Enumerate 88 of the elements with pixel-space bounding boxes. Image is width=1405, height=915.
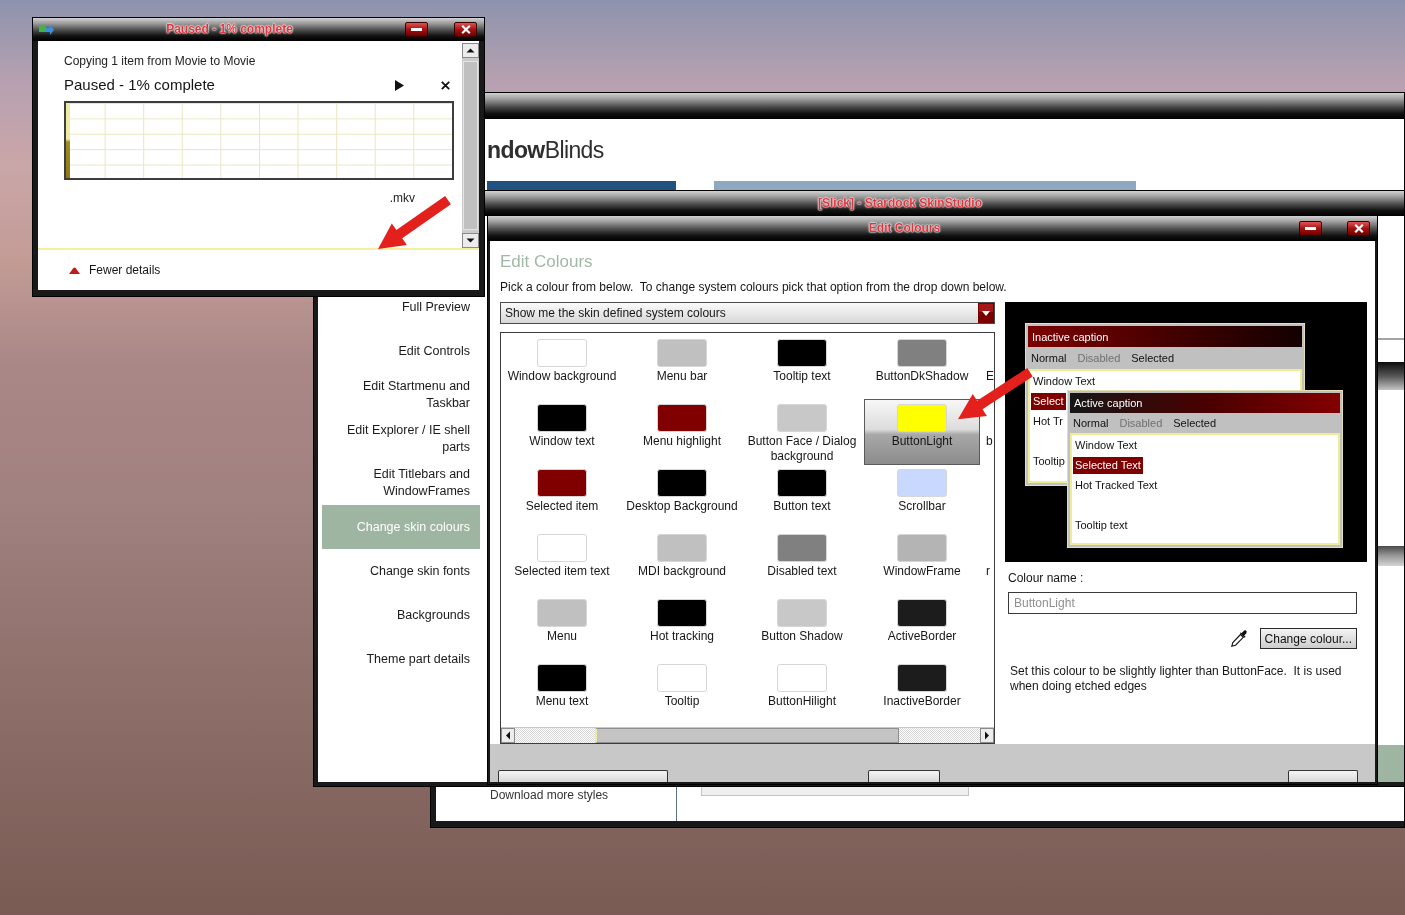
sidebar-item[interactable]: Backgrounds (393, 605, 480, 625)
section-heading: Edit Colours (500, 251, 593, 273)
colour-item[interactable]: Desktop Background (624, 464, 740, 529)
copy-header: Copying 1 item from Movie to Movie (64, 54, 256, 69)
colour-item[interactable]: Tooltip text (744, 334, 860, 399)
caption-text: Inactive caption (1032, 330, 1109, 343)
field-label: Colour name : (1008, 571, 1084, 586)
menu-label: Normal (1073, 417, 1109, 429)
menu-label: Disabled (1119, 417, 1163, 429)
selected-text: Selected Text (1073, 456, 1143, 474)
download-link[interactable]: Download more styles (490, 788, 609, 802)
window-text: Window Text (1032, 373, 1097, 389)
colour-item[interactable]: Scrollbar (864, 464, 980, 529)
eyedropper-icon[interactable] (1230, 630, 1247, 647)
selected-text: Select (1031, 392, 1066, 410)
panel-bar (1377, 362, 1404, 390)
close-button[interactable] (1347, 221, 1370, 236)
window-text: Window Text (1074, 437, 1139, 453)
minimize-button[interactable] (1299, 221, 1322, 236)
colour-item[interactable]: Menu bar (624, 334, 740, 399)
colour-item[interactable]: Tooltip (624, 659, 740, 724)
close-icon (1353, 224, 1364, 233)
window-title: Edit Colours (868, 221, 941, 236)
colour-item[interactable]: Disabled text (744, 529, 860, 594)
colour-item[interactable]: Window text (504, 399, 620, 465)
vertical-scrollbar[interactable] (462, 43, 479, 248)
product-logo: ndowBlinds (487, 137, 604, 164)
hot-tracked-text: Hot Tracked Text (1074, 477, 1159, 493)
colour-item[interactable]: InactiveBorder (864, 659, 980, 724)
play-icon[interactable] (395, 79, 404, 91)
colour-item[interactable]: Selected item (504, 464, 620, 529)
transfer-icon (39, 24, 54, 35)
copy-status: Paused - 1% complete (64, 75, 215, 95)
colour-item[interactable]: Button Face / Dialog background (744, 399, 860, 465)
instructions-text: Pick a colour from below. To change system colours pick that option from the drop down below. (500, 280, 1007, 295)
colour-item[interactable]: WindowFrame (864, 529, 980, 594)
panel-bar (1377, 546, 1404, 566)
dialog-button[interactable] (498, 770, 668, 782)
sidebar-item[interactable]: Theme part details (362, 649, 480, 669)
colour-item[interactable]: Menu (504, 594, 620, 659)
caption-text: Active caption (1074, 397, 1143, 409)
close-icon (460, 25, 471, 34)
dialog-button[interactable] (868, 770, 940, 782)
item-label: r (986, 564, 990, 578)
change-colour-button[interactable]: Change colour... (1259, 628, 1357, 649)
tooltip-text: Tooltip text (1074, 517, 1129, 533)
menu-label: Normal (1031, 352, 1067, 364)
colour-item[interactable]: Menu text (504, 659, 620, 724)
close-button[interactable] (454, 22, 477, 37)
sidebar-item[interactable]: Edit Explorer / IE shell parts (334, 421, 480, 457)
horizontal-scrollbar[interactable] (501, 727, 994, 743)
colour-set-dropdown[interactable]: Show me the skin defined system colours (500, 302, 995, 324)
menu-label: Disabled (1077, 352, 1121, 364)
sidebar-item[interactable]: Edit Titlebars and WindowFrames (334, 465, 480, 501)
colour-item[interactable]: ActiveBorder (864, 594, 980, 659)
colour-item[interactable]: ButtonDkShadow (864, 334, 980, 399)
colour-item[interactable]: Window background (504, 334, 620, 399)
file-name: .mkv (389, 191, 415, 205)
item-label: b (986, 434, 993, 448)
scrollbar-thumb[interactable] (595, 728, 899, 743)
highlight-bar (1377, 745, 1404, 782)
window-title: Paused - 1% complete (166, 22, 293, 37)
menu-label: Selected (1131, 352, 1175, 364)
sidebar-item[interactable]: Edit Startmenu and Taskbar (334, 377, 480, 413)
hot-tracked-text: Hot Tr (1032, 413, 1064, 429)
colour-description: Set this colour to be slightly lighter than ButtonFace. It is used when doing etched edges (1010, 664, 1343, 694)
colour-item[interactable]: Button text (744, 464, 860, 529)
caret-icon (978, 303, 994, 323)
sidebar-item[interactable]: Change skin fonts (365, 561, 480, 581)
close-icon[interactable] (441, 80, 450, 90)
colour-item[interactable]: MDI background (624, 529, 740, 594)
minimize-icon (411, 28, 422, 31)
sidebar-item[interactable]: Edit Controls (394, 341, 480, 361)
colour-item[interactable]: ButtonLight (864, 399, 980, 465)
menu-label: Selected (1173, 417, 1217, 429)
details-toggle[interactable]: Fewer details (69, 262, 161, 278)
colour-item[interactable]: Button Shadow (744, 594, 860, 659)
colour-item[interactable]: Selected item text (504, 529, 620, 594)
dialog-button[interactable] (1288, 770, 1358, 782)
colour-item[interactable]: Hot tracking (624, 594, 740, 659)
minimize-icon (1305, 227, 1316, 230)
colour-item[interactable]: Menu highlight (624, 399, 740, 465)
sidebar-item[interactable]: Full Preview (397, 297, 480, 317)
tooltip-text: Tooltip (1032, 453, 1066, 469)
colour-item[interactable]: ButtonHilight (744, 659, 860, 724)
item-label: E (986, 369, 994, 383)
window-title: [Slick] - Stardock SkinStudio (818, 196, 982, 211)
minimize-button[interactable] (405, 22, 428, 37)
